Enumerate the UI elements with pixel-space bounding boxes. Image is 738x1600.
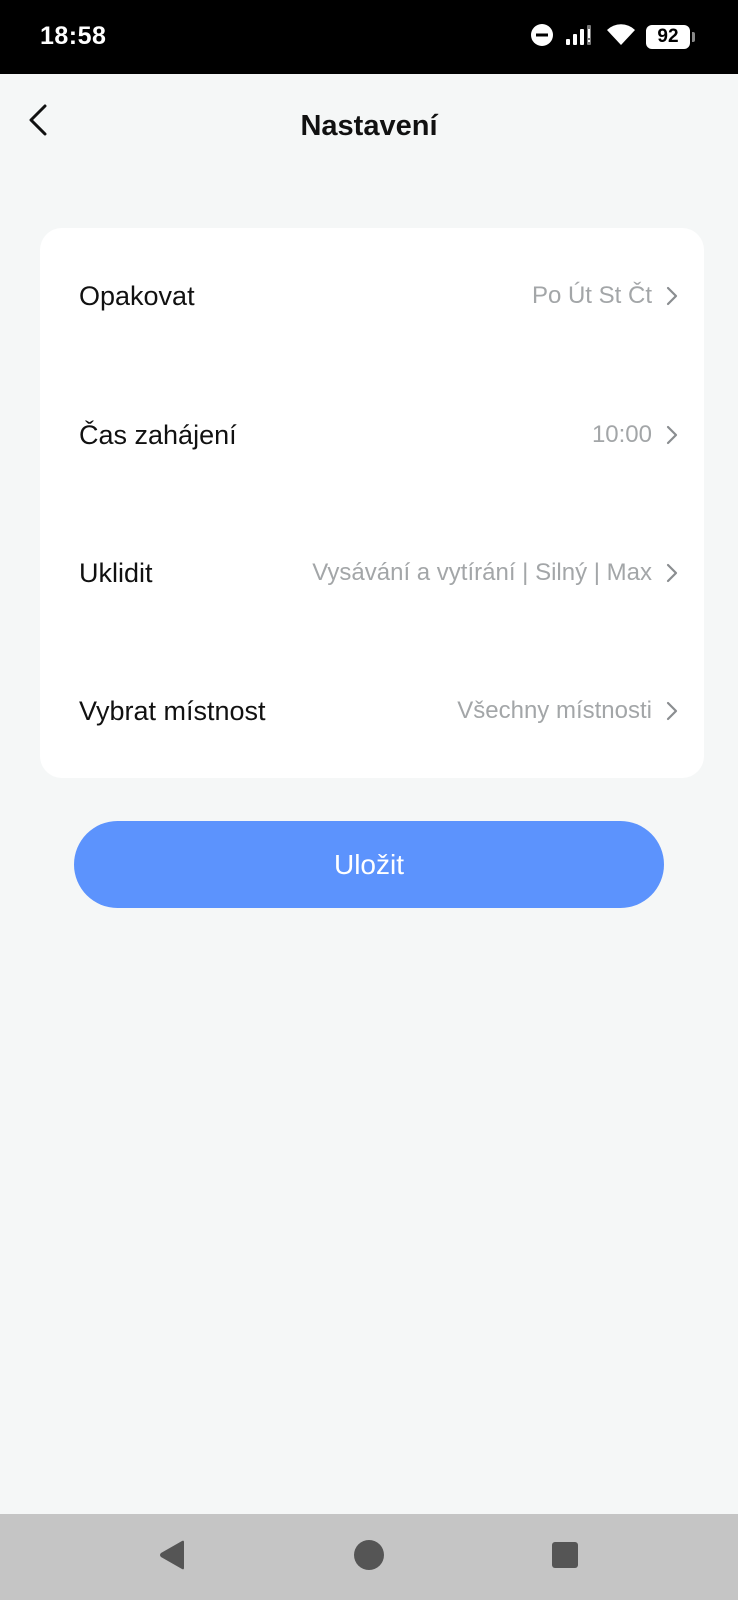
- chevron-right-icon: [664, 284, 680, 308]
- chevron-right-icon: [664, 699, 680, 723]
- row-start-time[interactable]: Čas zahájení 10:00: [40, 385, 704, 485]
- wifi-icon: [606, 23, 636, 52]
- do-not-disturb-icon: [530, 23, 554, 52]
- status-time: 18:58: [40, 22, 107, 50]
- nav-home-button[interactable]: [329, 1514, 409, 1600]
- page-title: Nastavení: [300, 110, 438, 142]
- row-value: Všechny místnosti: [457, 697, 652, 724]
- row-value: 10:00: [591, 421, 652, 448]
- row-label: Čas zahájení: [79, 419, 237, 450]
- row-clean-mode[interactable]: Uklidit Vysávání a vytírání | Silný | Ma…: [40, 523, 704, 623]
- row-label: Vybrat místnost: [79, 695, 266, 726]
- nav-back-button[interactable]: [132, 1514, 212, 1600]
- row-label: Uklidit: [79, 557, 153, 588]
- header: Nastavení: [0, 74, 738, 178]
- chevron-right-icon: [664, 423, 680, 447]
- signal-icon: [564, 23, 596, 52]
- nav-recents-button[interactable]: [525, 1514, 605, 1600]
- battery-icon: 92: [646, 25, 695, 49]
- row-select-room[interactable]: Vybrat místnost Všechny místnosti: [40, 661, 704, 761]
- row-value: Vysávání a vytírání | Silný | Max: [312, 559, 652, 586]
- row-repeat[interactable]: Opakovat Po Út St Čt: [40, 246, 704, 346]
- row-value: Po Út St Čt: [531, 282, 652, 309]
- back-triangle-icon: [157, 1539, 187, 1576]
- save-button[interactable]: Uložit: [74, 821, 664, 908]
- chevron-right-icon: [664, 561, 680, 585]
- row-label: Opakovat: [79, 280, 195, 311]
- status-bar: 18:58 92: [0, 0, 738, 74]
- navigation-bar: [0, 1514, 738, 1600]
- recents-square-icon: [551, 1541, 579, 1574]
- home-circle-icon: [353, 1539, 385, 1576]
- settings-card: Opakovat Po Út St Čt Čas zahájení 10:00 …: [40, 228, 704, 778]
- status-icons: 92: [530, 20, 695, 54]
